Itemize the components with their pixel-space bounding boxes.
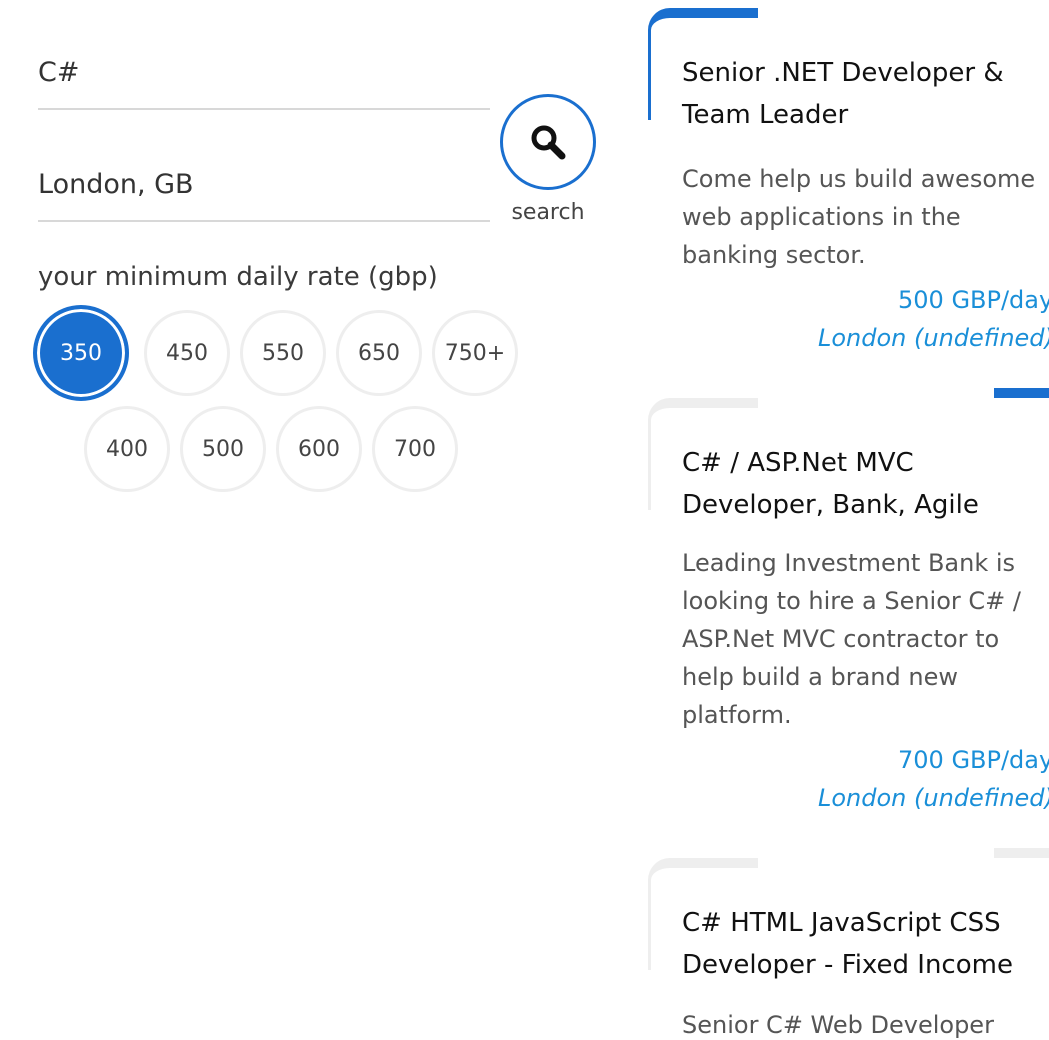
- job-title-line: Developer, Bank, Agile: [682, 490, 979, 520]
- job-title-line: Senior .NET Developer &: [682, 58, 1004, 88]
- rate-option-600[interactable]: 600: [276, 406, 362, 492]
- job-description: Leading Investment Bank is looking to hi…: [682, 544, 1049, 734]
- rate-option-750-plus[interactable]: 750+: [432, 310, 518, 396]
- job-rate: 700 GBP/day: [898, 746, 1049, 774]
- location-input[interactable]: [38, 152, 490, 216]
- location-field-wrapper: [38, 152, 490, 222]
- job-description-line: Senior C# Web Developer: [682, 1011, 994, 1039]
- rate-options: 350 450 550 650 750+ 400 500 600 700: [33, 305, 518, 502]
- job-description-line: platform.: [682, 701, 792, 729]
- job-title-line: C# HTML JavaScript CSS: [682, 908, 1001, 938]
- search-icon: [531, 125, 566, 160]
- job-title[interactable]: C# HTML JavaScript CSS Developer - Fixed…: [682, 902, 1049, 986]
- card-divider: [994, 388, 1049, 398]
- page: search your minimum daily rate (gbp) 350…: [0, 0, 1049, 1040]
- job-title[interactable]: C# / ASP.Net MVC Developer, Bank, Agile: [682, 442, 1049, 526]
- rate-option-650[interactable]: 650: [336, 310, 422, 396]
- job-title-line: C# / ASP.Net MVC: [682, 448, 914, 478]
- search-button[interactable]: [500, 94, 596, 190]
- rate-row-1: 350 450 550 650 750+: [33, 305, 518, 401]
- job-title-line: Developer - Fixed Income: [682, 950, 1013, 980]
- job-location: London (undefined): [818, 784, 1049, 812]
- keyword-input[interactable]: [38, 40, 490, 104]
- rate-option-700[interactable]: 700: [372, 406, 458, 492]
- job-rate: 500 GBP/day: [898, 286, 1049, 314]
- keyword-field-wrapper: [38, 40, 490, 110]
- job-description-line: Come help us build awesome: [682, 165, 1036, 193]
- rate-option-500[interactable]: 500: [180, 406, 266, 492]
- job-results: Senior .NET Developer & Team Leader Come…: [648, 0, 1049, 1040]
- search-button-label: search: [511, 200, 585, 225]
- job-description-line: looking to hire a Senior C# /: [682, 587, 1021, 615]
- job-description-line: ASP.Net MVC contractor to: [682, 625, 1000, 653]
- job-description: Come help us build awesome web applicati…: [682, 160, 1049, 274]
- job-location: London (undefined): [818, 324, 1049, 352]
- rate-option-450[interactable]: 450: [144, 310, 230, 396]
- rate-option-350[interactable]: 350: [33, 305, 129, 401]
- rate-row-2: 400 500 600 700: [38, 406, 518, 492]
- rate-label: your minimum daily rate (gbp): [38, 262, 438, 292]
- job-description-line: Leading Investment Bank is: [682, 549, 1016, 577]
- rate-option-550[interactable]: 550: [240, 310, 326, 396]
- job-description: Senior C# Web Developer: [682, 1006, 1049, 1040]
- job-description-line: web applications in the: [682, 203, 961, 231]
- job-title-line: Team Leader: [682, 100, 849, 130]
- rate-option-400[interactable]: 400: [84, 406, 170, 492]
- job-description-line: help build a brand new: [682, 663, 958, 691]
- search-button-group: search: [498, 94, 598, 225]
- job-description-line: banking sector.: [682, 241, 866, 269]
- job-title[interactable]: Senior .NET Developer & Team Leader: [682, 52, 1049, 136]
- card-divider: [994, 848, 1049, 858]
